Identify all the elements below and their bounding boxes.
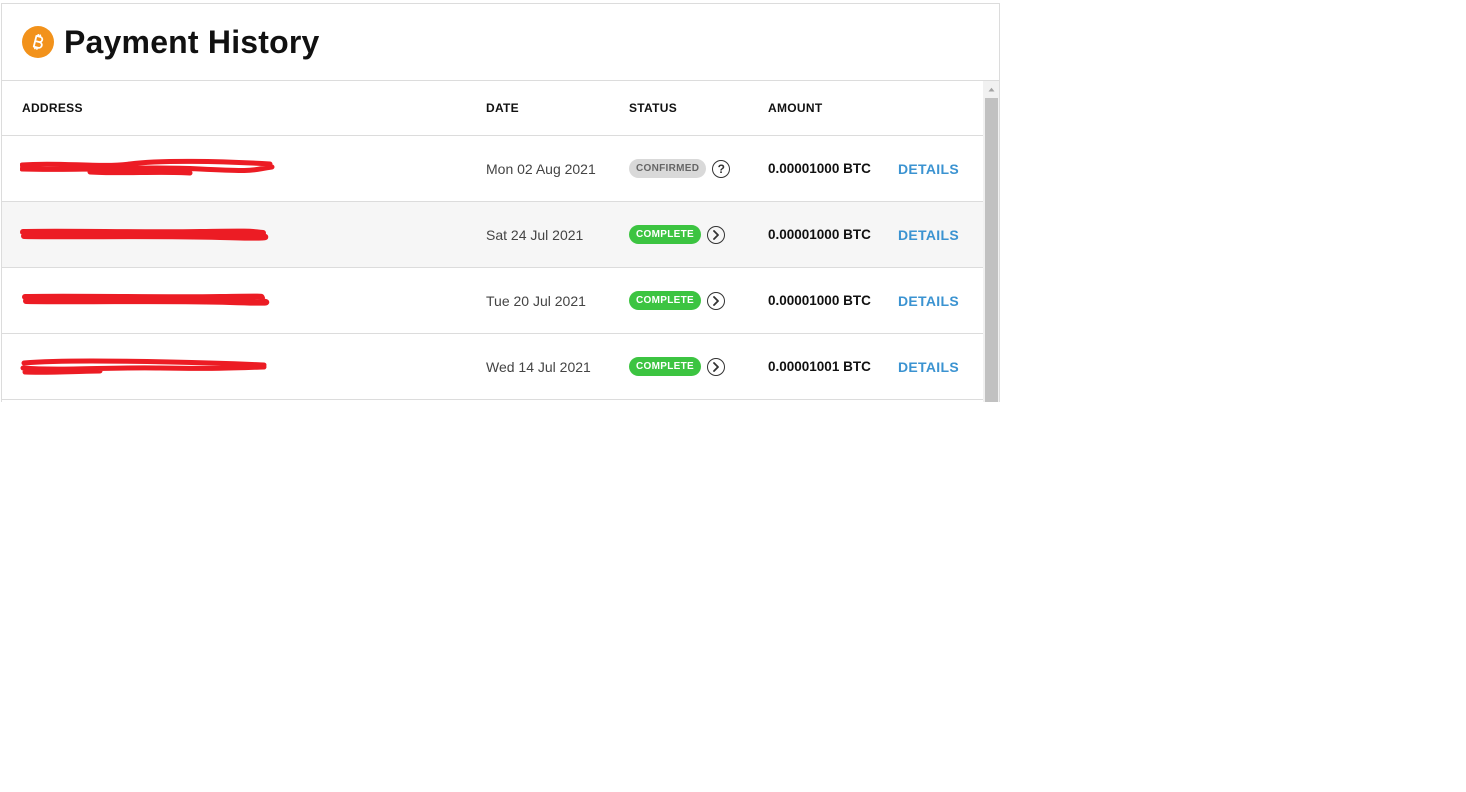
vertical-scrollbar[interactable] <box>983 81 999 402</box>
payment-amount: 0.00001000 BTC <box>768 227 871 242</box>
address-redacted <box>20 334 276 399</box>
header-date[interactable]: DATE <box>486 81 519 136</box>
scrollbar-thumb[interactable] <box>985 98 998 402</box>
bitcoin-logo-icon <box>22 26 54 58</box>
chevron-right-circle-icon[interactable] <box>706 357 725 376</box>
status-cell: COMPLETE <box>629 334 725 399</box>
details-link[interactable]: DETAILS <box>898 268 959 333</box>
table-header: ADDRESS DATE STATUS AMOUNT <box>2 81 984 136</box>
payment-history-card: Payment History ADDRESS DATE STATUS AMOU… <box>1 3 1000 402</box>
payments-table: ADDRESS DATE STATUS AMOUNT Mon 02 Aug 20… <box>2 81 984 402</box>
payment-amount: 0.00001001 BTC <box>768 359 871 374</box>
payment-amount: 0.00001000 BTC <box>768 161 871 176</box>
status-cell: CONFIRMED ? <box>629 136 731 201</box>
details-link[interactable]: DETAILS <box>898 136 959 201</box>
status-badge: COMPLETE <box>629 291 701 310</box>
details-link[interactable]: DETAILS <box>898 334 959 399</box>
status-badge: COMPLETE <box>629 225 701 244</box>
payment-date: Wed 14 Jul 2021 <box>486 358 591 375</box>
page-title: Payment History <box>64 23 320 60</box>
address-redacted <box>20 136 276 201</box>
table-row: Tue 20 Jul 2021 COMPLETE 0.00001000 BTC … <box>2 268 984 334</box>
help-icon[interactable]: ? <box>712 159 731 178</box>
header-address[interactable]: ADDRESS <box>22 81 83 136</box>
payment-date: Sat 24 Jul 2021 <box>486 226 584 243</box>
header-amount[interactable]: AMOUNT <box>768 81 822 136</box>
status-cell: COMPLETE <box>629 202 725 267</box>
details-link[interactable]: DETAILS <box>898 202 959 267</box>
table-row: Wed 14 Jul 2021 COMPLETE 0.00001001 BTC … <box>2 334 984 400</box>
status-cell: COMPLETE <box>629 268 725 333</box>
payment-date: Mon 02 Aug 2021 <box>486 160 596 177</box>
status-badge: CONFIRMED <box>629 159 707 178</box>
scroll-up-arrow-icon[interactable] <box>983 81 999 97</box>
address-redacted <box>20 268 276 333</box>
card-header: Payment History <box>2 4 999 81</box>
address-redacted <box>20 202 276 267</box>
table-row: Mon 02 Aug 2021 CONFIRMED ? 0.00001000 B… <box>2 136 984 202</box>
table-row: Sat 24 Jul 2021 COMPLETE 0.00001000 BTC … <box>2 202 984 268</box>
status-badge: COMPLETE <box>629 357 701 376</box>
chevron-right-circle-icon[interactable] <box>706 225 725 244</box>
header-status[interactable]: STATUS <box>629 81 677 136</box>
payment-date: Tue 20 Jul 2021 <box>486 292 586 309</box>
chevron-right-circle-icon[interactable] <box>706 291 725 310</box>
payment-amount: 0.00001000 BTC <box>768 293 871 308</box>
